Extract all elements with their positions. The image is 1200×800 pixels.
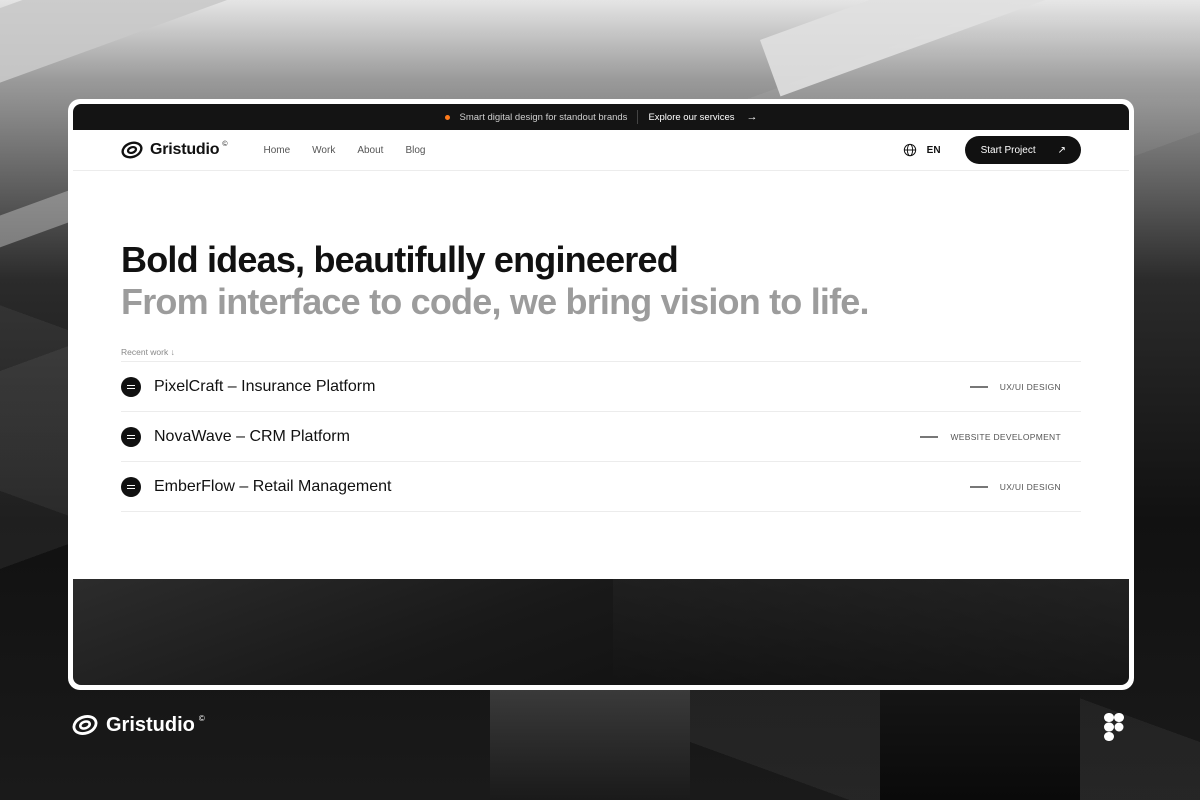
client-logo xyxy=(969,485,988,488)
list-item[interactable]: PixelCraft – Insurance Platform UX/UI DE… xyxy=(121,362,1081,412)
announcement-bar: Smart digital design for standout brands… xyxy=(73,104,1129,130)
project-meta: UX/UI DESIGN xyxy=(969,381,1061,392)
background-stripe xyxy=(0,0,453,96)
recent-work-label: Recent work ↓ xyxy=(121,347,1081,362)
start-project-label: Start Project xyxy=(980,144,1036,156)
project-title: NovaWave – CRM Platform xyxy=(154,427,350,445)
recent-work-list: PixelCraft – Insurance Platform UX/UI DE… xyxy=(121,362,1081,512)
nav-about[interactable]: About xyxy=(357,145,383,156)
globe-icon[interactable] xyxy=(903,143,917,157)
hero-subheadline: From interface to code, we bring vision … xyxy=(121,281,870,322)
dot-icon xyxy=(444,114,450,120)
gristudio-logo-icon xyxy=(121,141,143,159)
brand-logo[interactable]: Gristudio © xyxy=(121,139,227,161)
nav-work[interactable]: Work xyxy=(312,145,335,156)
project-meta: UX/UI DESIGN xyxy=(969,481,1061,492)
menu-circle-icon xyxy=(121,476,141,497)
footer-brand-name: Gristudio xyxy=(106,713,195,736)
menu-circle-icon xyxy=(121,426,141,447)
explore-services-link[interactable]: Explore our services xyxy=(648,112,734,123)
project-meta: WEBSITE DEVELOPMENT xyxy=(920,432,1061,442)
gristudio-logo-icon xyxy=(72,715,98,735)
nav-home[interactable]: Home xyxy=(263,145,290,156)
language-selector[interactable]: EN xyxy=(927,145,941,156)
list-item[interactable]: NovaWave – CRM Platform WEBSITE DEVELOPM… xyxy=(121,412,1081,462)
hero-headline: Bold ideas, beautifully engineered xyxy=(121,239,679,280)
project-title: PixelCraft – Insurance Platform xyxy=(154,377,376,395)
nav-actions: EN Start Project ↗ xyxy=(903,136,1081,164)
announcement-tagline: Smart digital design for standout brands xyxy=(459,111,628,123)
arrow-up-right-icon: ↗ xyxy=(1057,144,1066,156)
arrow-right-icon[interactable]: → xyxy=(747,111,758,123)
client-logo xyxy=(920,435,939,438)
nav-blog[interactable]: Blog xyxy=(405,145,425,156)
main-menu: Home Work About Blog xyxy=(263,145,425,156)
background-column xyxy=(490,690,690,800)
project-title: EmberFlow – Retail Management xyxy=(154,477,392,495)
navbar: Gristudio © Home Work About Blog EN Star… xyxy=(73,130,1129,171)
project-category: UX/UI DESIGN xyxy=(999,381,1061,392)
menu-circle-icon xyxy=(121,376,141,397)
list-item[interactable]: EmberFlow – Retail Management UX/UI DESI… xyxy=(121,462,1081,512)
start-project-button[interactable]: Start Project ↗ xyxy=(964,136,1081,164)
browser-frame: Smart digital design for standout brands… xyxy=(68,99,1134,690)
hero-section: Bold ideas, beautifully engineered From … xyxy=(73,171,1129,512)
footer-brand: Gristudio © xyxy=(72,712,205,738)
background-column xyxy=(880,690,1080,800)
background-stripe xyxy=(760,0,1200,97)
project-category: UX/UI DESIGN xyxy=(999,481,1061,492)
divider xyxy=(637,110,639,124)
website-preview: Smart digital design for standout brands… xyxy=(73,104,1129,685)
project-category: WEBSITE DEVELOPMENT xyxy=(950,431,1061,442)
registered-mark: © xyxy=(222,141,228,148)
brand-name: Gristudio xyxy=(150,141,220,158)
client-logo xyxy=(969,385,988,388)
registered-mark: © xyxy=(198,714,205,723)
dark-showcase-section xyxy=(73,579,1129,685)
figma-icon xyxy=(1104,713,1124,741)
